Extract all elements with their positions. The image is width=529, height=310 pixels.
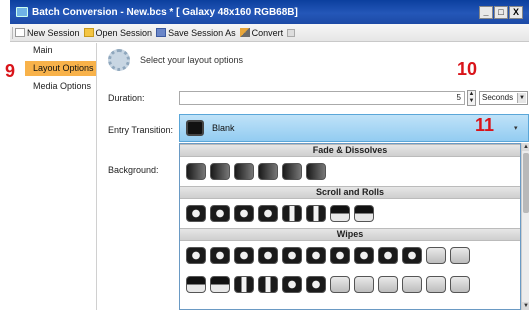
transition-tile[interactable]: [234, 205, 254, 222]
transition-tile[interactable]: [210, 205, 230, 222]
tile-row-scroll: [180, 199, 520, 228]
duration-label: Duration:: [108, 93, 145, 103]
callout-9: 9: [5, 61, 16, 81]
entry-transition-value: Blank: [212, 123, 235, 133]
transition-tile[interactable]: [402, 276, 422, 293]
sidebar: Main Layout Options Media Options: [25, 43, 97, 310]
transition-tile[interactable]: [378, 276, 398, 293]
group-header-scroll: Scroll and Rolls: [180, 186, 520, 199]
spin-down-icon[interactable]: ▼: [468, 98, 475, 105]
transition-tile[interactable]: [354, 276, 374, 293]
sidebar-item-main[interactable]: Main: [25, 43, 96, 58]
background-label: Background:: [108, 165, 159, 175]
transition-tile[interactable]: [426, 247, 446, 264]
transition-tile[interactable]: [282, 205, 302, 222]
duration-input[interactable]: 5: [179, 91, 465, 105]
transition-preview-swatch: [186, 120, 204, 136]
transition-tile[interactable]: [282, 163, 302, 180]
toolbar-overflow-icon[interactable]: [287, 28, 296, 37]
transition-tile[interactable]: [306, 247, 326, 264]
transition-tile[interactable]: [186, 247, 206, 264]
panel-header-text: Select your layout options: [140, 55, 244, 65]
minimize-button[interactable]: _: [479, 5, 493, 19]
toolbar-grip: [12, 26, 13, 39]
duration-unit-value: Seconds: [482, 93, 514, 102]
chevron-down-icon[interactable]: ▾: [514, 124, 524, 132]
duration-unit-select[interactable]: Seconds ▼: [479, 91, 528, 105]
save-icon: [156, 28, 167, 37]
new-session-button[interactable]: New Session: [15, 28, 80, 38]
transition-tile[interactable]: [378, 247, 398, 264]
transition-tile[interactable]: [282, 247, 302, 264]
transition-tile[interactable]: [306, 163, 326, 180]
transition-tile[interactable]: [426, 276, 446, 293]
transition-tile[interactable]: [402, 247, 422, 264]
tile-row-wipes-2: [180, 270, 520, 299]
transition-tile[interactable]: [234, 163, 254, 180]
transition-tile[interactable]: [186, 205, 206, 222]
close-button[interactable]: X: [509, 5, 523, 19]
transition-tile[interactable]: [258, 276, 278, 293]
app-icon: [16, 7, 28, 17]
callout-10: 10: [457, 59, 478, 79]
transition-tile[interactable]: [186, 163, 206, 180]
window-title: Batch Conversion - New.bcs * [ Galaxy 48…: [32, 6, 298, 18]
transition-tile[interactable]: [210, 247, 230, 264]
callout-11: 11: [475, 115, 495, 135]
entry-transition-label: Entry Transition:: [108, 125, 174, 135]
new-document-icon: [15, 28, 25, 37]
maximize-button[interactable]: □: [494, 5, 508, 19]
folder-icon: [83, 28, 94, 37]
toolbar: New Session Open Session Save Session As…: [10, 24, 529, 42]
transition-tile[interactable]: [186, 276, 206, 293]
wand-icon: [239, 28, 250, 37]
chevron-down-icon[interactable]: ▼: [517, 93, 526, 103]
transition-tile[interactable]: [258, 247, 278, 264]
open-session-label: Open Session: [95, 27, 153, 38]
transition-tile[interactable]: [450, 247, 470, 264]
spin-up-icon[interactable]: ▲: [468, 91, 475, 98]
open-session-button[interactable]: Open Session: [83, 27, 153, 38]
transition-tile[interactable]: [354, 247, 374, 264]
scroll-up-icon[interactable]: ▲: [522, 143, 529, 151]
transition-tile[interactable]: [210, 276, 230, 293]
save-session-as-button[interactable]: Save Session As: [156, 28, 236, 38]
new-session-label: New Session: [27, 27, 80, 38]
group-header-wipes: Wipes: [180, 228, 520, 241]
duration-spinner[interactable]: ▲ ▼: [467, 90, 476, 106]
title-bar: Batch Conversion - New.bcs * [ Galaxy 48…: [10, 0, 529, 24]
transition-tile[interactable]: [330, 205, 350, 222]
group-header-fade: Fade & Dissolves: [180, 144, 520, 157]
sidebar-item-media-options[interactable]: Media Options: [25, 79, 96, 94]
panel-header: Select your layout options: [108, 49, 243, 71]
scroll-down-icon[interactable]: ▼: [522, 302, 529, 310]
convert-label: Convert: [251, 27, 284, 38]
transition-tile[interactable]: [234, 247, 254, 264]
save-session-as-label: Save Session As: [168, 27, 236, 38]
dropdown-scrollbar[interactable]: ▲ ▼: [521, 143, 529, 310]
transition-tile[interactable]: [282, 276, 302, 293]
transition-tile[interactable]: [450, 276, 470, 293]
window-controls: _ □ X: [479, 5, 523, 19]
transition-tile[interactable]: [234, 276, 254, 293]
scroll-thumb[interactable]: [523, 153, 529, 213]
convert-button[interactable]: Convert: [239, 27, 284, 38]
transition-tile[interactable]: [258, 205, 278, 222]
transition-tile[interactable]: [330, 247, 350, 264]
transition-tile[interactable]: [210, 163, 230, 180]
transition-tile[interactable]: [330, 276, 350, 293]
gear-icon: [108, 49, 130, 71]
tile-row-fade: [180, 157, 520, 186]
transition-tile[interactable]: [258, 163, 278, 180]
sidebar-item-layout-options[interactable]: Layout Options: [25, 61, 96, 76]
transition-tile[interactable]: [306, 276, 326, 293]
transition-tile[interactable]: [306, 205, 326, 222]
tile-row-wipes-1: [180, 241, 520, 270]
layout-options-panel: Select your layout options Duration: 5 ▲…: [98, 43, 529, 310]
transition-tile[interactable]: [354, 205, 374, 222]
transition-dropdown-list: Fade & Dissolves Scroll and Rolls Wipes: [179, 143, 521, 310]
